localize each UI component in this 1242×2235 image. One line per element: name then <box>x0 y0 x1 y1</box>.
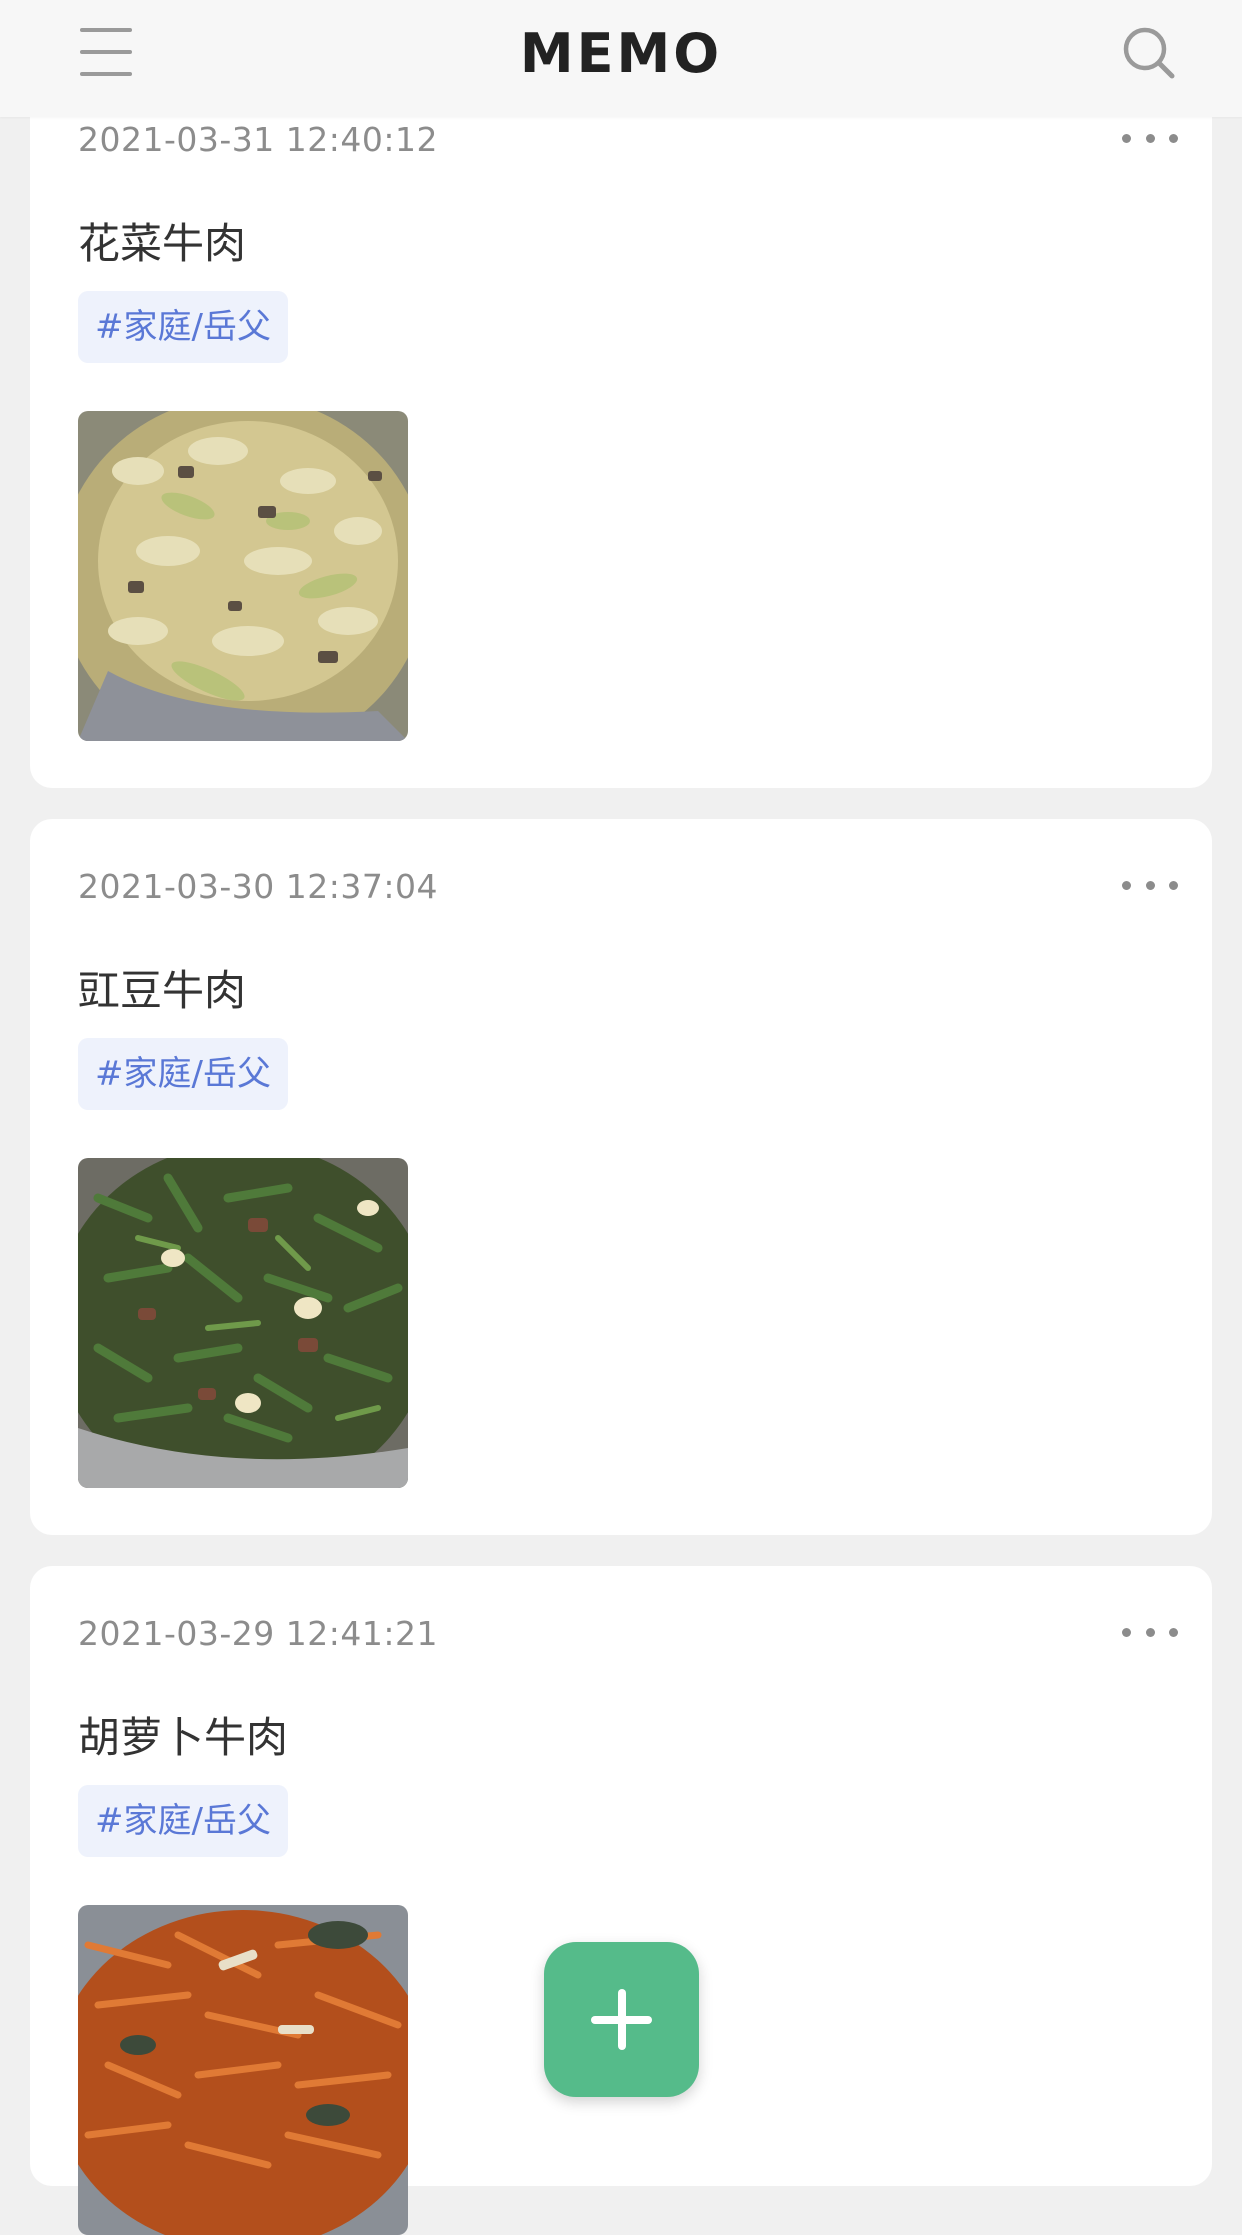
app-title: MEMO <box>519 22 723 85</box>
memo-tag[interactable]: #家庭/岳父 <box>78 1785 288 1857</box>
more-icon[interactable] <box>1122 128 1178 148</box>
memo-image[interactable] <box>78 411 408 741</box>
more-icon[interactable] <box>1122 875 1178 895</box>
memo-content: 豇豆牛肉 <box>78 966 247 1015</box>
memo-tag[interactable]: #家庭/岳父 <box>78 1038 288 1110</box>
memo-card: 2021-03-31 12:40:12 花菜牛肉 #家庭/岳父 <box>30 60 1212 788</box>
memo-image[interactable] <box>78 1905 408 2235</box>
memo-card: 2021-03-30 12:37:04 豇豆牛肉 #家庭/岳父 <box>30 819 1212 1535</box>
memo-timestamp: 2021-03-31 12:40:12 <box>78 120 438 159</box>
top-bar: MEMO <box>0 0 1242 117</box>
memo-timestamp: 2021-03-29 12:41:21 <box>78 1614 438 1653</box>
memo-content: 胡萝卜牛肉 <box>78 1713 289 1762</box>
memo-content: 花菜牛肉 <box>78 219 247 268</box>
search-icon[interactable] <box>1120 24 1178 82</box>
memo-timestamp: 2021-03-30 12:37:04 <box>78 867 438 906</box>
add-memo-button[interactable] <box>544 1942 699 2097</box>
more-icon[interactable] <box>1122 1622 1178 1642</box>
memo-image[interactable] <box>78 1158 408 1488</box>
memo-tag[interactable]: #家庭/岳父 <box>78 291 288 363</box>
